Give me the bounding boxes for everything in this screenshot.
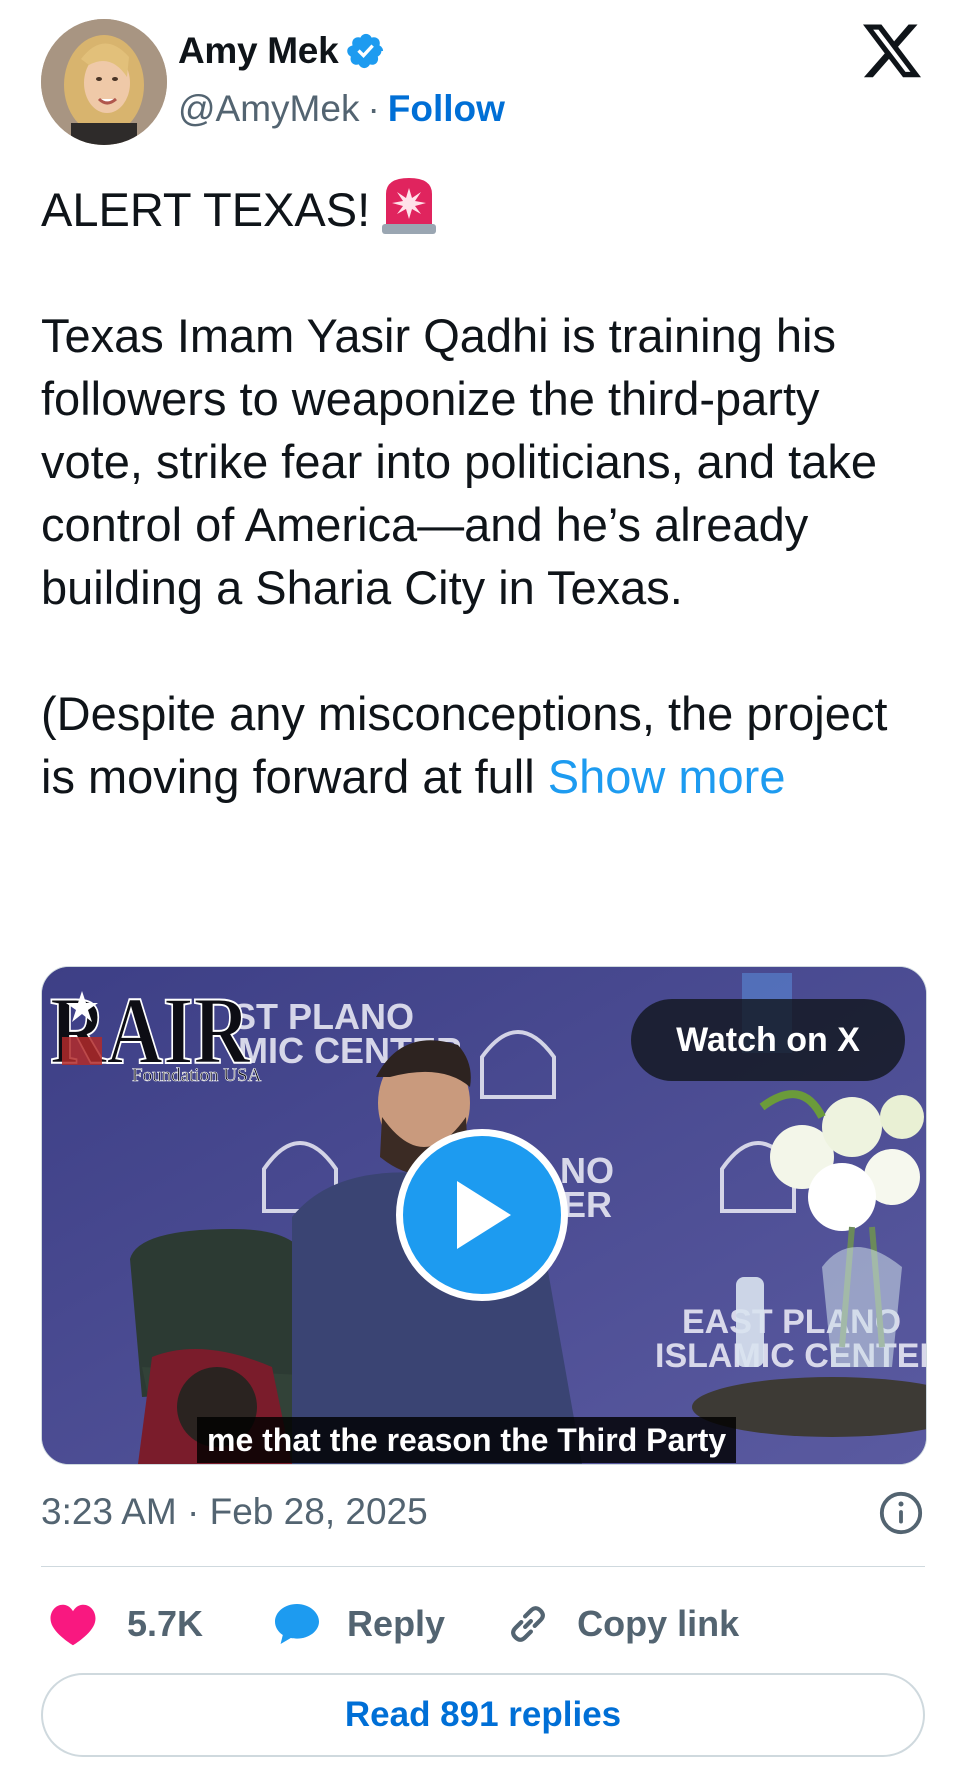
author-handle[interactable]: @AmyMek (178, 88, 359, 130)
heart-icon (50, 1604, 96, 1646)
copy-link-label: Copy link (577, 1603, 740, 1644)
siren-emoji-icon (382, 178, 437, 234)
divider (41, 1566, 925, 1567)
video-player[interactable]: ST PLANO MIC CENTER NO ER EAST PLANO ISL… (41, 966, 927, 1465)
like-button[interactable]: 5.7K (49, 1602, 203, 1646)
verified-badge-icon (346, 31, 386, 71)
rair-watermark: RAIR Foundation USA (48, 976, 298, 1087)
speech-bubble-icon (275, 1604, 320, 1644)
tweet-body: Texas Imam Yasir Qadhi is training his f… (41, 309, 891, 614)
copy-link-button[interactable]: Copy link (505, 1601, 739, 1647)
reply-button[interactable]: Reply (273, 1602, 445, 1646)
svg-text:ER: ER (562, 1184, 612, 1225)
avatar[interactable] (41, 19, 167, 145)
action-bar: 5.7K Reply Copy link (41, 1592, 739, 1656)
x-logo-icon[interactable] (863, 24, 923, 80)
tweet-card: Amy Mek @AmyMek · Follow ALERT TEXAS! Te… (0, 0, 963, 1786)
author-handle-row: @AmyMek · Follow (178, 84, 505, 134)
author-name-row: Amy Mek (178, 26, 386, 76)
watch-on-x-button[interactable]: Watch on X (631, 999, 905, 1081)
author-display-name[interactable]: Amy Mek (178, 30, 339, 72)
tweet-alert-line: ALERT TEXAS! (41, 183, 371, 236)
link-icon (511, 1606, 546, 1642)
play-icon (457, 1181, 511, 1249)
reply-label: Reply (347, 1603, 446, 1644)
show-more-link[interactable]: Show more (548, 750, 786, 803)
follow-button[interactable]: Follow (388, 88, 505, 130)
read-replies-button[interactable]: Read 891 replies (41, 1673, 925, 1757)
play-button[interactable] (396, 1129, 568, 1301)
tweet-timestamp[interactable]: 3:23 AM · Feb 28, 2025 (41, 1488, 428, 1536)
tweet-text: ALERT TEXAS! Texas Imam Yasir Qadhi is t… (41, 172, 931, 808)
separator-dot: · (367, 88, 380, 129)
info-icon[interactable] (878, 1490, 924, 1536)
rair-logo-subtitle: Foundation USA (132, 1065, 262, 1086)
video-caption: me that the reason the Third Party (197, 1417, 737, 1463)
like-count: 5.7K (127, 1603, 204, 1644)
